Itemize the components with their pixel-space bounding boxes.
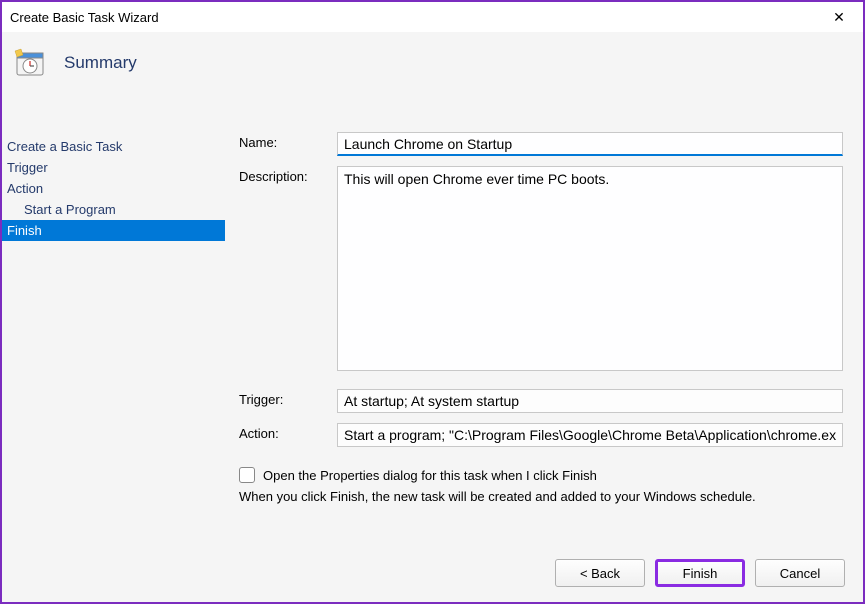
wizard-body: Create a Basic Task Trigger Action Start… bbox=[2, 94, 863, 544]
sidebar-item-start-a-program[interactable]: Start a Program bbox=[2, 199, 225, 220]
finish-button[interactable]: Finish bbox=[655, 559, 745, 587]
task-wizard-icon bbox=[12, 46, 46, 80]
name-label: Name: bbox=[239, 132, 337, 150]
action-label: Action: bbox=[239, 423, 337, 441]
trigger-value bbox=[337, 389, 843, 413]
sidebar-item-trigger[interactable]: Trigger bbox=[2, 157, 225, 178]
back-button[interactable]: < Back bbox=[555, 559, 645, 587]
open-properties-checkbox[interactable] bbox=[239, 467, 255, 483]
sidebar-item-action[interactable]: Action bbox=[2, 178, 225, 199]
sidebar-item-create-basic-task[interactable]: Create a Basic Task bbox=[2, 136, 225, 157]
sidebar: Create a Basic Task Trigger Action Start… bbox=[2, 94, 225, 544]
titlebar: Create Basic Task Wizard ✕ bbox=[2, 2, 863, 32]
open-properties-label: Open the Properties dialog for this task… bbox=[263, 468, 597, 483]
description-input[interactable]: This will open Chrome ever time PC boots… bbox=[337, 166, 843, 371]
info-text: When you click Finish, the new task will… bbox=[239, 489, 843, 504]
name-input[interactable] bbox=[337, 132, 843, 156]
sidebar-item-finish[interactable]: Finish bbox=[2, 220, 225, 241]
button-bar: < Back Finish Cancel bbox=[2, 544, 863, 602]
close-button[interactable]: ✕ bbox=[823, 7, 855, 27]
description-label: Description: bbox=[239, 166, 337, 184]
content-area: Name: Description: This will open Chrome… bbox=[225, 94, 863, 544]
trigger-label: Trigger: bbox=[239, 389, 337, 407]
close-icon: ✕ bbox=[833, 10, 845, 24]
header-band: Summary bbox=[2, 32, 863, 94]
cancel-button[interactable]: Cancel bbox=[755, 559, 845, 587]
action-value bbox=[337, 423, 843, 447]
window-title: Create Basic Task Wizard bbox=[10, 10, 159, 25]
page-title: Summary bbox=[64, 53, 137, 73]
wizard-window: Create Basic Task Wizard ✕ Summary Creat… bbox=[0, 0, 865, 604]
